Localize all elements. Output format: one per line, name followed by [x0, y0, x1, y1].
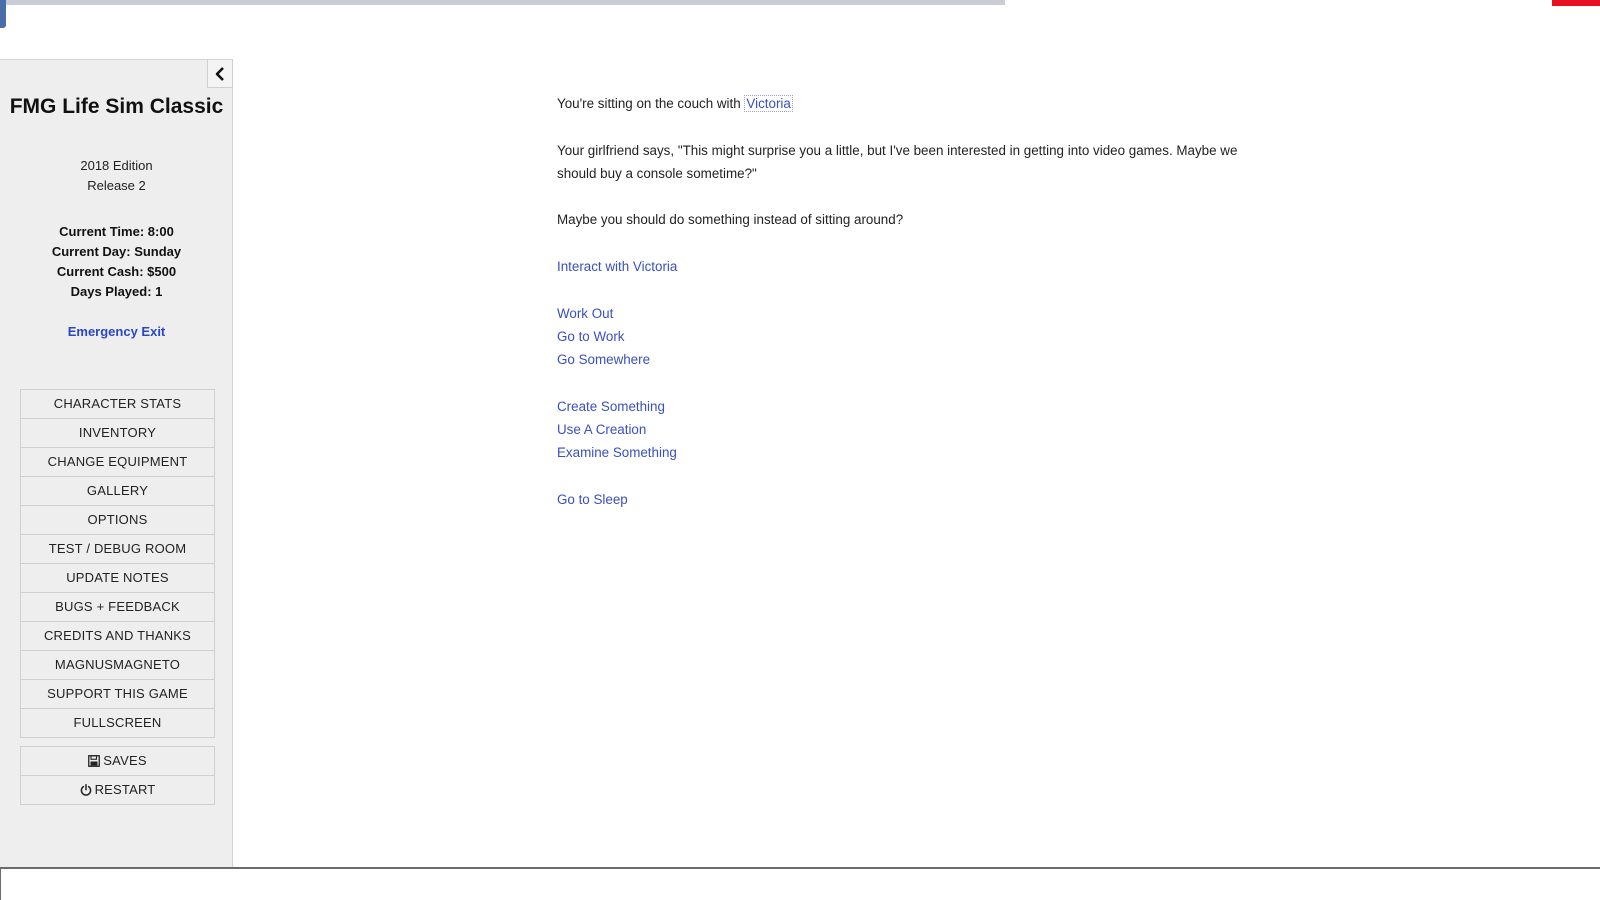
saves-label: SAVES [103, 753, 147, 768]
interact-group: Interact with Victoria [557, 255, 1257, 278]
restart-button[interactable]: RESTART [21, 775, 214, 804]
menu-fullscreen[interactable]: FULLSCREEN [21, 708, 214, 737]
go-somewhere-link[interactable]: Go Somewhere [557, 348, 1257, 371]
menu-character-stats[interactable]: CHARACTER STATS [21, 390, 214, 418]
use-a-creation-link[interactable]: Use A Creation [557, 418, 1257, 441]
chevron-left-icon [215, 66, 224, 81]
examine-something-link[interactable]: Examine Something [557, 441, 1257, 464]
menu-magnusmagneto[interactable]: MAGNUSMAGNETO [21, 650, 214, 679]
activity-group: Work Out Go to Work Go Somewhere [557, 302, 1257, 372]
window-corner [0, 0, 6, 28]
sidebar: FMG Life Sim Classic 2018 Edition Releas… [0, 59, 233, 867]
victoria-link[interactable]: Victoria [744, 95, 793, 112]
sidebar-toggle-button[interactable] [207, 60, 233, 88]
create-something-link[interactable]: Create Something [557, 395, 1257, 418]
menu-gallery[interactable]: GALLERY [21, 476, 214, 505]
intro-text: You're sitting on the couch with [557, 96, 745, 111]
status-panel: Current Time: 8:00 Current Day: Sunday C… [0, 222, 233, 302]
browser-top-strip [0, 0, 1600, 28]
current-day: Current Day: Sunday [51, 244, 182, 259]
menu-support-this-game[interactable]: SUPPORT THIS GAME [21, 679, 214, 708]
passage-intro: You're sitting on the couch with Victori… [557, 92, 1257, 115]
current-time: Current Time: 8:00 [59, 224, 174, 239]
go-to-work-link[interactable]: Go to Work [557, 325, 1257, 348]
story-release: Release 2 [87, 178, 146, 193]
restart-label: RESTART [94, 782, 156, 797]
menu-credits-and-thanks[interactable]: CREDITS AND THANKS [21, 621, 214, 650]
work-out-link[interactable]: Work Out [557, 302, 1257, 325]
story-title: FMG Life Sim Classic [9, 95, 224, 118]
current-cash: Current Cash: $500 [56, 264, 177, 279]
story-edition: 2018 Edition [80, 158, 153, 173]
menu-change-equipment[interactable]: CHANGE EQUIPMENT [21, 447, 214, 476]
browser-tab-bar [0, 0, 1005, 5]
story-subtitle: 2018 Edition Release 2 [0, 156, 233, 196]
creation-group: Create Something Use A Creation Examine … [557, 395, 1257, 465]
floppy-disk-icon [88, 755, 101, 767]
passage-content: You're sitting on the couch with Victori… [557, 92, 1257, 535]
sleep-group: Go to Sleep [557, 488, 1257, 511]
girlfriend-dialogue: Your girlfriend says, "This might surpri… [557, 142, 1238, 181]
sidebar-menu: CHARACTER STATS INVENTORY CHANGE EQUIPME… [20, 389, 215, 738]
interact-with-victoria-link[interactable]: Interact with Victoria [557, 255, 1257, 278]
window-close-button[interactable] [1552, 0, 1600, 6]
sidebar-save-menu: SAVES RESTART [20, 746, 215, 805]
saves-button[interactable]: SAVES [21, 747, 214, 775]
bottom-area [0, 869, 1600, 900]
passage-prompt: Maybe you should do something instead of… [557, 212, 904, 228]
menu-test-debug-room[interactable]: TEST / DEBUG ROOM [21, 534, 214, 563]
menu-bugs-feedback[interactable]: BUGS + FEEDBACK [21, 592, 214, 621]
go-to-sleep-link[interactable]: Go to Sleep [557, 488, 1257, 511]
menu-options[interactable]: OPTIONS [21, 505, 214, 534]
bottom-edge [0, 869, 1, 900]
emergency-exit-link[interactable]: Emergency Exit [0, 324, 233, 339]
menu-update-notes[interactable]: UPDATE NOTES [21, 563, 214, 592]
power-icon [80, 784, 91, 796]
days-played: Days Played: 1 [70, 284, 163, 299]
menu-inventory[interactable]: INVENTORY [21, 418, 214, 447]
